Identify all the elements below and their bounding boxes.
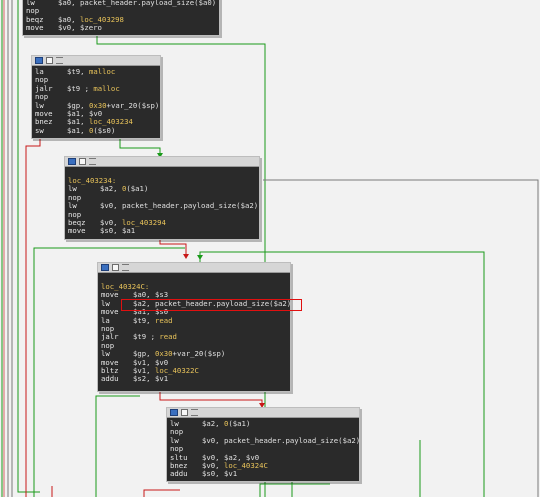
mnemonic: sw	[35, 125, 44, 135]
instruction-line[interactable]: jalr $t9 ; malloc	[35, 83, 157, 93]
instruction-line[interactable]: lw $gp, 0x30+var_20($sp)	[101, 349, 287, 358]
graph-view-icon[interactable]	[68, 158, 76, 165]
operands: $s2, $v1	[133, 374, 169, 384]
operands: $t9, read	[133, 315, 173, 325]
mnemonic: addu	[101, 374, 119, 384]
text-view-icon[interactable]	[122, 264, 129, 271]
edge-green-4	[119, 138, 161, 155]
instruction-line[interactable]: nop	[170, 444, 356, 453]
code-block-body: lw $a0, packet_header.payload_size($a0) no…	[23, 0, 219, 35]
graph-view-icon[interactable]	[35, 57, 43, 64]
operands: $a2, 0($a1)	[100, 184, 149, 194]
operands: $s0, $v1	[202, 469, 238, 479]
block-titlebar	[167, 408, 359, 418]
code-block-body: lw $a2, 0($a1) nop lw $v0, packet_header.pay…	[167, 418, 360, 481]
graph-view-icon[interactable]	[170, 409, 178, 416]
operands: $a1, 0($s0)	[67, 125, 116, 135]
code-label[interactable]: loc_40324C:	[101, 282, 287, 291]
code-block-bottom[interactable]: lw $a2, 0($a1) nop lw $v0, packet_header.pay…	[166, 407, 360, 482]
instruction-line[interactable]: bltz $v1, loc_40322C	[101, 366, 287, 375]
instruction-line[interactable]: lw $a0, packet_header.payload_size($a0)	[26, 0, 216, 7]
operands: $v0, packet_header.payload_size($a2)	[202, 435, 361, 445]
instruction-line[interactable]: addu $s2, $v1	[101, 374, 287, 384]
block-titlebar	[98, 263, 290, 273]
text-view-icon[interactable]	[89, 158, 96, 165]
code-block-body: loc_40324C: move $a0, $s3 lw $a2, packet_hea…	[98, 273, 291, 386]
code-block-body: la $t9, malloc nop jalr $t9 ; malloc nop lw $gp…	[32, 66, 160, 137]
operands: $v0, packet_header.payload_size($a2)	[100, 201, 259, 211]
instruction-line[interactable]: lw $a2, 0($a1)	[170, 419, 356, 428]
code-label[interactable]: loc_403234:	[68, 176, 256, 185]
operands: $t9, malloc	[67, 67, 116, 76]
instruction-line[interactable]: sw $a1, 0($s0)	[35, 125, 157, 135]
operands: $s0, $a1	[100, 226, 136, 236]
edge-green-11	[259, 483, 330, 497]
instruction-line[interactable]: la $t9, malloc	[35, 67, 157, 76]
operands: $a2, 0($a1)	[202, 419, 251, 428]
edge-red-3	[159, 392, 263, 405]
graph-view-icon[interactable]	[101, 264, 109, 271]
code-block-top[interactable]: lw $a0, packet_header.payload_size($a0) no…	[22, 0, 220, 36]
highlight-payload-size-load	[121, 299, 302, 311]
instruction-line[interactable]: la $t9, read	[101, 315, 287, 325]
mnemonic: move	[68, 226, 86, 236]
edit-icon[interactable]	[79, 158, 86, 165]
instruction-line[interactable]: jalr $t9 ; read	[101, 332, 287, 342]
edge-red-1	[25, 138, 41, 497]
arrow-red-1	[183, 254, 189, 259]
instruction-line[interactable]: beqz $a0, loc_403298	[26, 15, 216, 24]
text-view-icon[interactable]	[191, 409, 198, 416]
code-block-body: loc_403234: lw $a2, 0($a1) nop lw $v0, packet…	[65, 167, 259, 238]
instruction-line[interactable]: move $s0, $a1	[68, 226, 256, 236]
block-titlebar	[32, 56, 160, 66]
mnemonic: addu	[170, 469, 188, 479]
operands: $t9 ; malloc	[67, 83, 120, 93]
block-titlebar	[65, 157, 259, 167]
operands: $t9 ; read	[133, 332, 177, 342]
instruction-line[interactable]: lw $a2, 0($a1)	[68, 184, 256, 194]
arrow-green-2	[197, 255, 203, 260]
instruction-line[interactable]: addu $s0, $v1	[170, 469, 356, 479]
instruction-line[interactable]: lw $v0, packet_header.payload_size($a2)	[170, 436, 360, 445]
edge-red-5	[143, 489, 180, 497]
text-view-icon[interactable]	[56, 57, 63, 64]
edge-green-9	[95, 395, 140, 497]
code-block-malloc[interactable]: la $t9, malloc nop jalr $t9 ; malloc nop lw $gp…	[31, 55, 161, 139]
instruction-line[interactable]: lw $v0, packet_header.payload_size($a2)	[68, 201, 259, 211]
instruction-line[interactable]: beqz $v0, loc_403294	[68, 218, 256, 227]
instruction-line[interactable]: bnez $v0, loc_40324C	[170, 461, 356, 470]
code-block-loc-403234[interactable]: loc_403234: lw $a2, 0($a1) nop lw $v0, packet…	[64, 156, 260, 240]
instruction-line[interactable]: nop	[101, 324, 287, 333]
code-block-loc-40324c[interactable]: loc_40324C: move $a0, $s3 lw $a2, packet_hea…	[97, 262, 291, 392]
edit-icon[interactable]	[112, 264, 119, 271]
instruction-line[interactable]: move $v0, $zero	[26, 23, 216, 33]
operands: $a0, packet_header.payload_size($a0)	[58, 0, 217, 7]
mnemonic: move	[26, 23, 44, 33]
edit-icon[interactable]	[181, 409, 188, 416]
edit-icon[interactable]	[46, 57, 53, 64]
operands: $v0, $zero	[58, 23, 102, 33]
